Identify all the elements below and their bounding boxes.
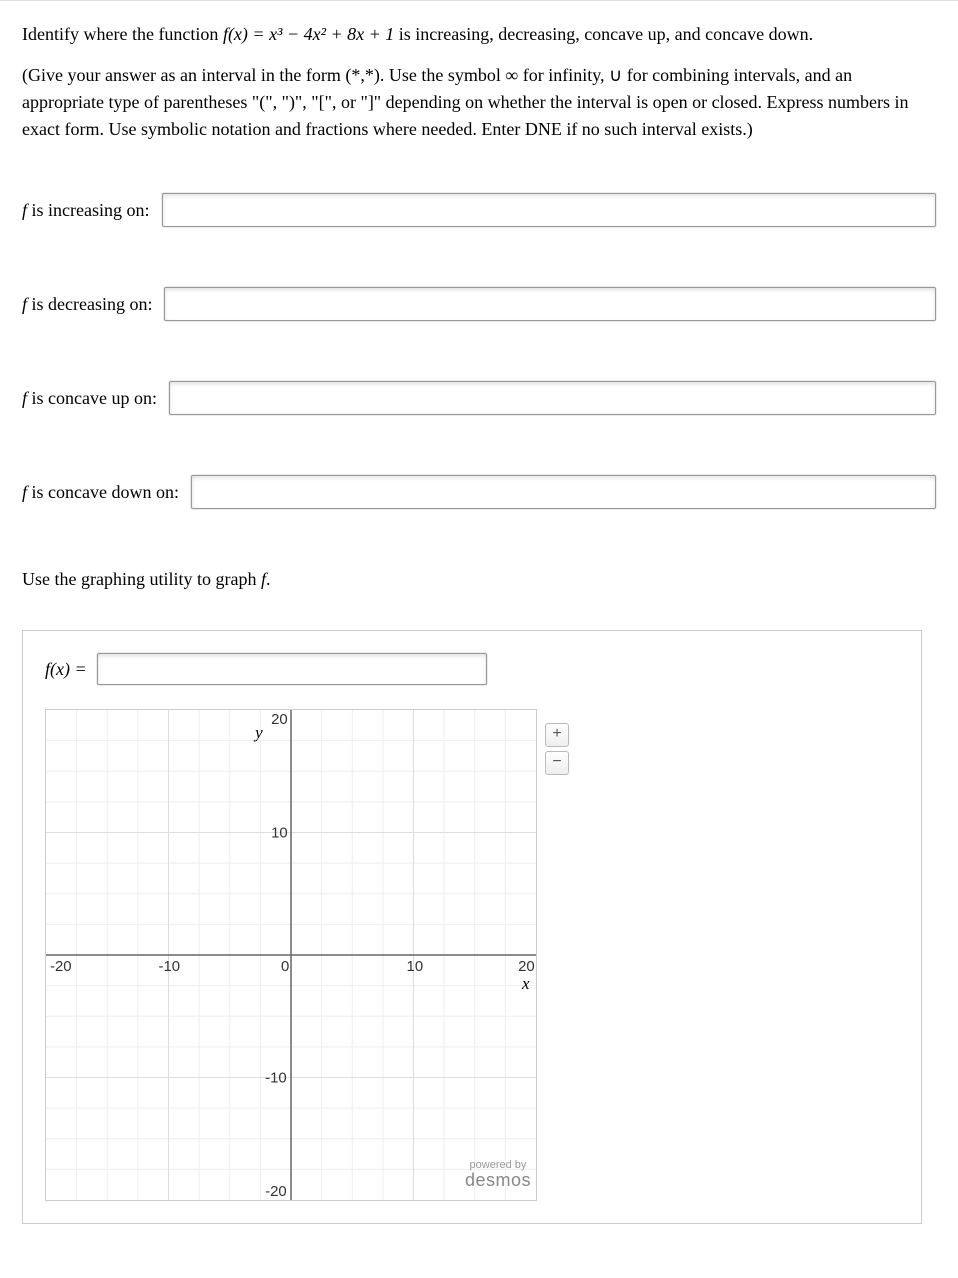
x-tick-10: 10 [407, 958, 424, 975]
graph-area[interactable]: -20 -10 0 10 20 20 10 -10 -20 y x + − po… [45, 709, 537, 1201]
increasing-input[interactable] [162, 193, 937, 227]
increasing-label: f f is increasing on:is increasing on: [22, 200, 150, 221]
y-tick-20: 20 [271, 711, 288, 728]
fx-label: f(x) = [45, 659, 87, 680]
x-tick-20: 20 [518, 958, 535, 975]
concave-up-label: f is concave up on: [22, 388, 157, 409]
concave-down-label: f is concave down on: [22, 482, 179, 503]
decreasing-label: f is decreasing on: [22, 294, 152, 315]
question-suffix: is increasing, decreasing, concave up, a… [399, 24, 813, 44]
concave-down-input[interactable] [191, 475, 936, 509]
question-prefix: Identify where the function [22, 24, 223, 44]
instructions: (Give your answer as an interval in the … [22, 62, 936, 143]
graph-container: f(x) = [22, 630, 922, 1224]
y-tick-neg10: -10 [265, 1069, 287, 1086]
concave-up-input[interactable] [169, 381, 936, 415]
use-graph-text: Use the graphing utility to graph f. [22, 569, 936, 590]
y-tick-neg20: -20 [265, 1183, 287, 1200]
question-func-lhs: f(x) = x³ − 4x² + 8x + 1 [223, 24, 394, 44]
y-tick-10: 10 [271, 824, 288, 841]
brand-text: desmos [465, 1171, 531, 1191]
x-tick-neg10: -10 [159, 958, 181, 975]
graph-canvas[interactable]: -20 -10 0 10 20 20 10 -10 -20 y x [45, 709, 537, 1201]
fx-input[interactable] [97, 653, 487, 685]
powered-by: powered by desmos [465, 1159, 531, 1191]
zoom-in-button[interactable]: + [545, 723, 569, 747]
x-tick-neg20: -20 [50, 958, 72, 975]
question-text: Identify where the function f(x) = x³ − … [22, 21, 936, 48]
x-axis-label: x [521, 974, 530, 993]
decreasing-input[interactable] [164, 287, 936, 321]
y-axis-label: y [253, 723, 263, 742]
zoom-out-button[interactable]: − [545, 751, 569, 775]
x-tick-0: 0 [281, 958, 289, 975]
